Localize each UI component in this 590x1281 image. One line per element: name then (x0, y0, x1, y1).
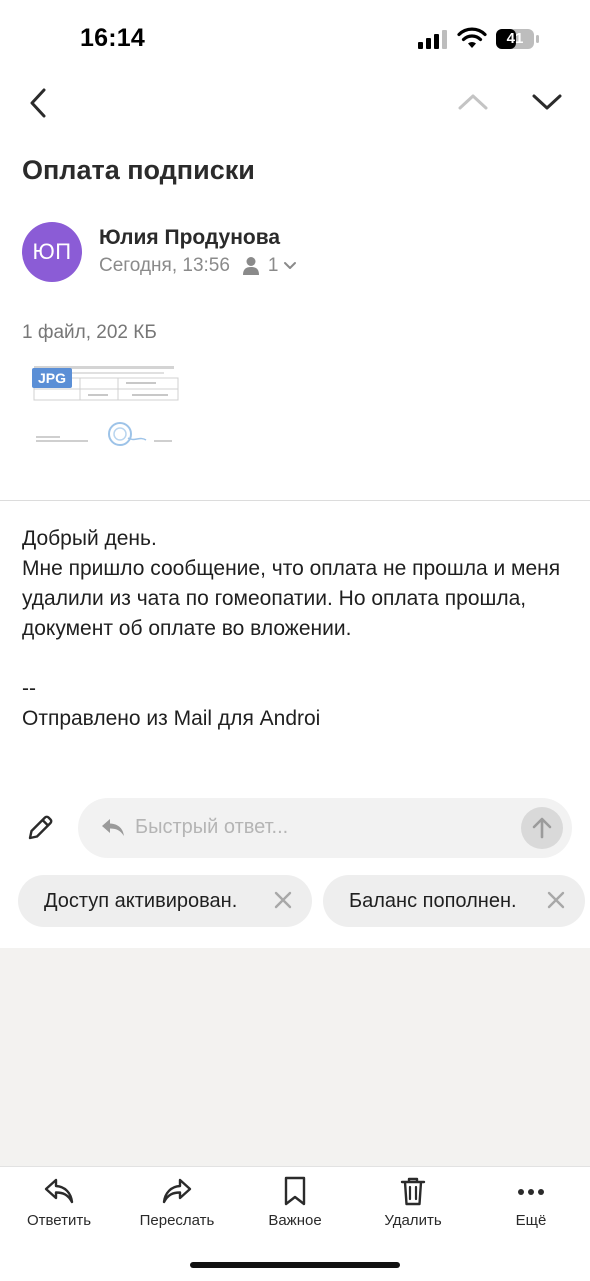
next-email-icon[interactable] (530, 90, 564, 114)
trash-icon (400, 1177, 426, 1206)
previous-email-icon[interactable] (456, 90, 490, 114)
suggestion-chip[interactable]: Доступ активирован. (18, 875, 312, 927)
email-body: Добрый день. Мне пришло сообщение, что о… (22, 524, 562, 734)
signature-separator: -- (22, 677, 36, 700)
delete-button[interactable]: Удалить (358, 1176, 468, 1229)
suggestion-chip-label: Доступ активирован. (44, 889, 238, 912)
forward-icon (162, 1178, 192, 1204)
reply-arrow-icon (102, 819, 124, 836)
important-button[interactable]: Важное (240, 1176, 350, 1229)
empty-area (0, 948, 590, 1166)
forward-label: Переслать (139, 1212, 215, 1229)
quick-reply-placeholder: Быстрый ответ... (135, 816, 289, 838)
arrow-up-icon (532, 817, 552, 839)
status-time: 16:14 (80, 24, 145, 52)
recipients-count: 1 (267, 255, 279, 276)
more-dots-icon (518, 1189, 544, 1195)
forward-button[interactable]: Переслать (122, 1176, 232, 1229)
delete-label: Удалить (384, 1212, 442, 1229)
pencil-icon[interactable] (26, 812, 54, 842)
close-icon[interactable] (274, 891, 292, 909)
signature: Отправлено из Mail для Androi (22, 707, 321, 730)
cellular-signal-icon (418, 30, 447, 49)
send-button[interactable] (521, 807, 563, 849)
important-label: Важное (268, 1212, 322, 1229)
reply-button[interactable]: Ответить (4, 1176, 114, 1229)
home-indicator[interactable] (190, 1262, 400, 1268)
chevron-down-icon (283, 262, 296, 269)
more-button[interactable]: Ещё (476, 1176, 586, 1229)
suggestion-chip-label: Баланс пополнен. (349, 889, 517, 912)
sender-avatar[interactable]: ЮП (22, 222, 82, 282)
email-subject: Оплата подписки (22, 155, 255, 185)
person-icon (242, 257, 259, 275)
close-icon[interactable] (547, 891, 565, 909)
battery-level: 41 (506, 30, 524, 47)
back-arrow-icon[interactable] (24, 86, 54, 120)
attachments-info: 1 файл, 202 КБ (22, 322, 157, 343)
wifi-icon (457, 27, 487, 48)
body-paragraph: Мне пришло сообщение, что оплата не прош… (22, 557, 561, 640)
suggestion-chip[interactable]: Баланс пополнен. (323, 875, 585, 927)
divider (0, 500, 590, 501)
battery-icon: 41 (496, 28, 540, 50)
file-type-badge: JPG (32, 368, 73, 388)
email-meta[interactable]: Сегодня, 13:56 1 (99, 255, 297, 277)
attachment-thumbnail[interactable]: JPG (22, 356, 192, 464)
email-date: Сегодня, 13:56 (99, 255, 230, 276)
more-label: Ещё (515, 1212, 547, 1229)
body-greeting: Добрый день. (22, 527, 157, 550)
reply-icon (44, 1178, 74, 1204)
reply-label: Ответить (26, 1212, 92, 1229)
sender-name[interactable]: Юлия Продунова (99, 226, 280, 250)
bookmark-icon (284, 1176, 306, 1206)
